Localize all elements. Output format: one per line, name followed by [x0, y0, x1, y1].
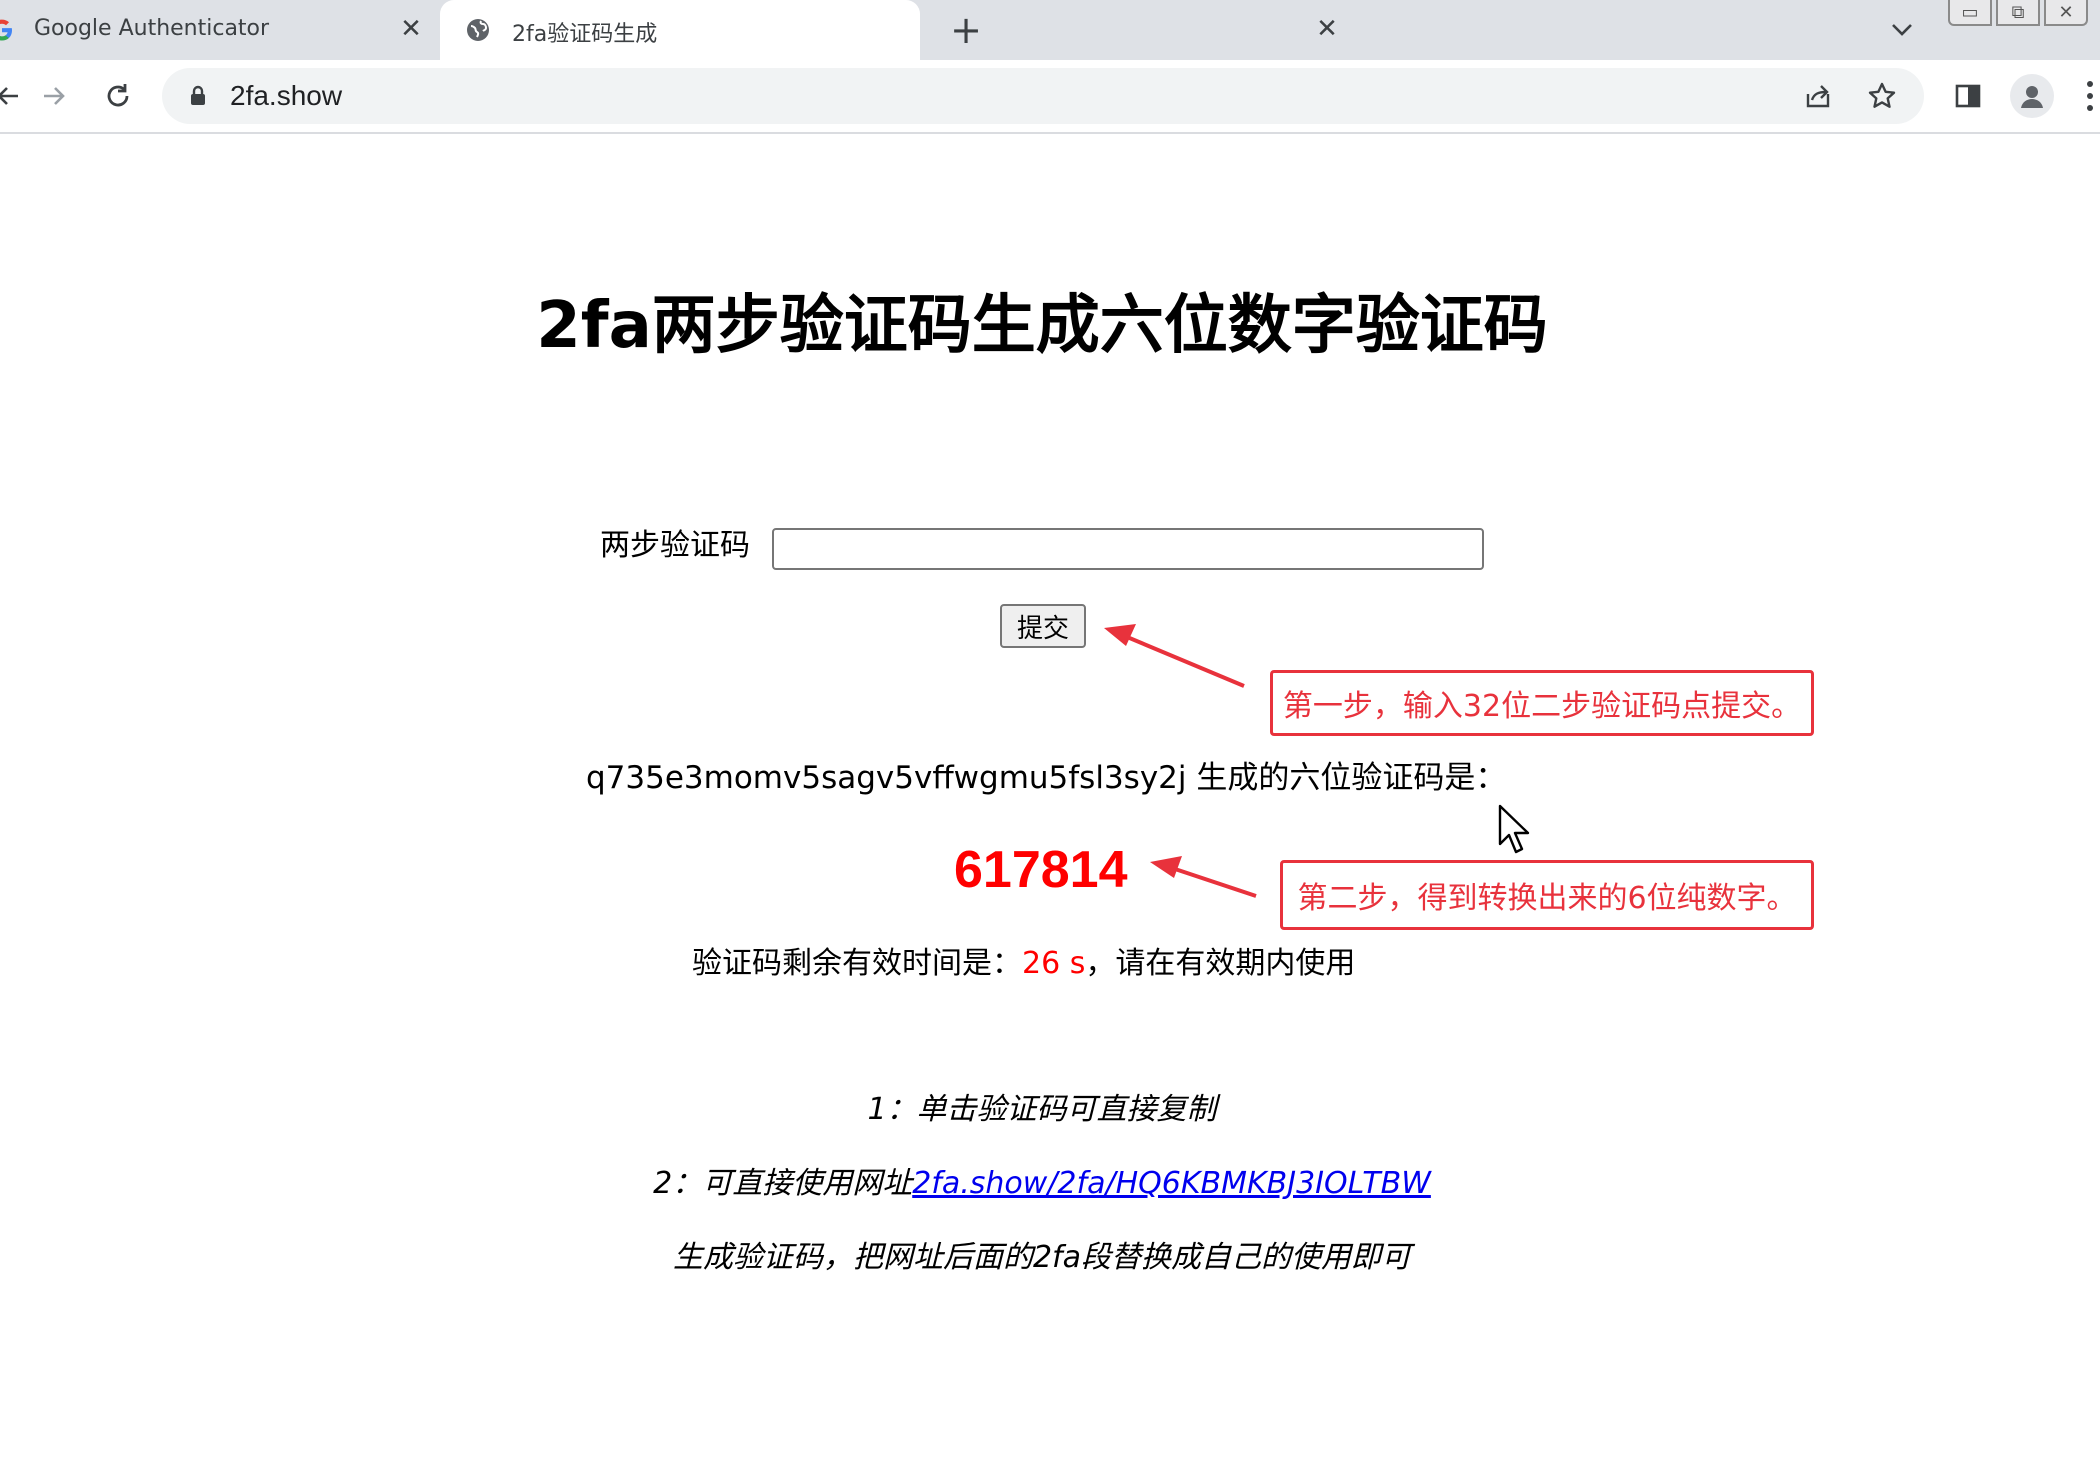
- arrow-step2: [1150, 856, 1257, 898]
- close-icon[interactable]: ✕: [396, 14, 426, 44]
- side-panel-icon[interactable]: [1950, 78, 1986, 114]
- otp-code[interactable]: 617814: [954, 838, 1128, 902]
- mouse-cursor-icon: [1498, 804, 1530, 854]
- profile-avatar[interactable]: [2010, 74, 2054, 118]
- new-tab-button[interactable]: +: [948, 8, 984, 52]
- two-step-code-label: 两步验证码: [600, 528, 750, 563]
- annotation-step1: 第一步，输入32位二步验证码点提交。: [1270, 670, 1814, 736]
- google-icon: [0, 16, 16, 44]
- globe-icon: [464, 16, 492, 44]
- browser-toolbar: 2fa.show: [0, 60, 2100, 134]
- timer-suffix: ，请在有效期内使用: [1085, 946, 1356, 981]
- two-step-code-input[interactable]: [772, 528, 1484, 570]
- star-icon[interactable]: [1866, 80, 1898, 112]
- close-icon[interactable]: ✕: [1312, 14, 1342, 44]
- window-close-button[interactable]: ✕: [2044, 0, 2088, 26]
- secret-line: q735e3momv5sagv5vffwgmu5fsl3sy2j 生成的六位验证…: [586, 756, 1506, 800]
- timer-line: 验证码剩余有效时间是：26 s，请在有效期内使用: [692, 942, 1355, 986]
- lock-icon[interactable]: [186, 84, 210, 108]
- timer-seconds: 26 s: [1022, 946, 1086, 981]
- minimize-button[interactable]: ▭: [1948, 0, 1992, 26]
- annotation-step2: 第二步，得到转换出来的6位纯数字。: [1280, 860, 1814, 930]
- tab-title: 2fa验证码生成: [512, 22, 658, 47]
- forward-arrow-icon[interactable]: [34, 76, 74, 116]
- share-icon[interactable]: [1802, 80, 1834, 112]
- tip-url-link[interactable]: 2fa.show/2fa/HQ6KBMKBJ3IOLTBW: [912, 1166, 1431, 1201]
- reload-icon[interactable]: [98, 76, 138, 116]
- tab-title: Google Authenticator: [34, 16, 270, 41]
- tip-url-prefix: 2：可直接使用网址: [653, 1166, 913, 1201]
- tab-google-authenticator[interactable]: Google Authenticator ✕: [0, 0, 440, 60]
- timer-prefix: 验证码剩余有效时间是：: [692, 946, 1022, 981]
- tip-copy: 1：单击验证码可直接复制: [867, 1092, 1217, 1127]
- tab-strip: Google Authenticator ✕ 2fa验证码生成 ✕ + ▭ ⧉ …: [0, 0, 2100, 60]
- secret-suffix: 生成的六位验证码是：: [1186, 760, 1507, 796]
- tab-2fa[interactable]: 2fa验证码生成 ✕: [440, 0, 1338, 60]
- page-title: 2fa两步验证码生成六位数字验证码: [536, 289, 1548, 363]
- back-arrow-icon[interactable]: [0, 76, 28, 116]
- arrow-step1: [1104, 624, 1245, 688]
- url-text: 2fa.show: [230, 80, 343, 111]
- secret-value: q735e3momv5sagv5vffwgmu5fsl3sy2j: [586, 760, 1187, 796]
- tip-replace: 生成验证码，把网址后面的2fa段替换成自己的使用即可: [672, 1240, 1412, 1275]
- more-menu-icon[interactable]: [2080, 78, 2100, 114]
- address-bar[interactable]: 2fa.show: [162, 68, 1924, 124]
- submit-button[interactable]: 提交: [1000, 604, 1086, 648]
- tip-url: 2：可直接使用网址2fa.show/2fa/HQ6KBMKBJ3IOLTBW: [0, 1162, 2084, 1206]
- chevron-down-icon[interactable]: [1886, 14, 1918, 46]
- restore-button[interactable]: ⧉: [1996, 0, 2040, 26]
